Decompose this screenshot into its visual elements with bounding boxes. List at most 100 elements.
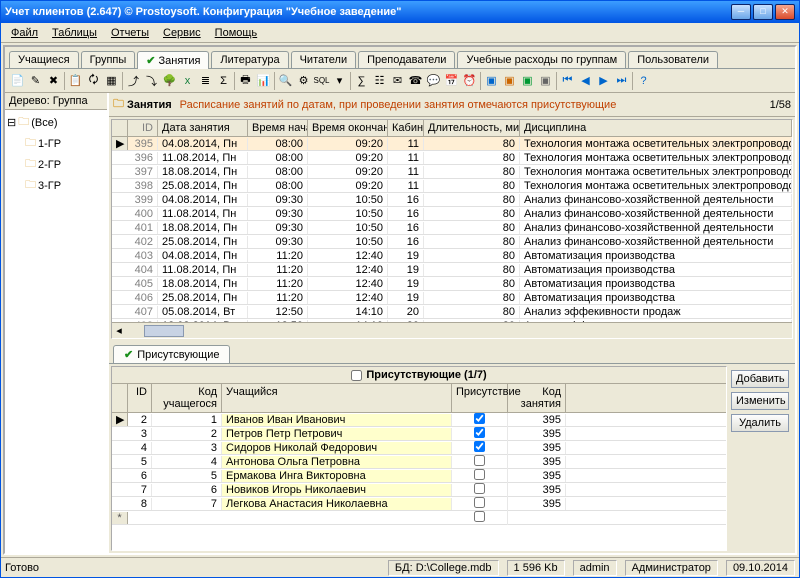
table-row[interactable]: 43Сидоров Николай Федорович395	[112, 441, 726, 455]
table-row[interactable]: 39611.08.2014, Пн08:0009:201180Технологи…	[112, 151, 792, 165]
attendance-checkbox[interactable]	[474, 511, 485, 522]
col-cabinet[interactable]: Кабинет	[388, 120, 424, 136]
nav-first-icon[interactable]: ⏮	[559, 72, 576, 90]
attendance-checkbox[interactable]	[474, 413, 485, 424]
color1-icon[interactable]: ▣	[483, 72, 500, 90]
tree-item[interactable]: 🗀2-ГР	[7, 154, 105, 175]
attendance-checkbox[interactable]	[474, 483, 485, 494]
export-icon[interactable]: ⤴	[125, 72, 142, 90]
col-start[interactable]: Время начала	[248, 120, 308, 136]
menu-reports[interactable]: Отчеты	[105, 25, 155, 41]
table-row[interactable]: 40225.08.2014, Пн09:3010:501680Анализ фи…	[112, 235, 792, 249]
menu-service[interactable]: Сервис	[157, 25, 207, 41]
drop-filter-icon[interactable]: ▾	[331, 72, 348, 90]
import-icon[interactable]: ⤵	[143, 72, 160, 90]
sql-icon[interactable]: SQL	[313, 72, 330, 90]
nav-next-icon[interactable]: ▶	[595, 72, 612, 90]
excel-icon[interactable]: x	[179, 72, 196, 90]
edit-icon[interactable]: ✎	[27, 72, 44, 90]
table-row[interactable]: 40705.08.2014, Вт12:5014:102080Анализ эф…	[112, 305, 792, 319]
tree-icon[interactable]: 🌳	[161, 72, 178, 90]
color3-icon[interactable]: ▣	[519, 72, 536, 90]
tab-2[interactable]: ✔Занятия	[137, 51, 209, 69]
color4-icon[interactable]: ▣	[537, 72, 554, 90]
toggle-all-checkbox[interactable]	[351, 370, 362, 381]
table-row[interactable]: 87Легкова Анастасия Николаевна395	[112, 497, 726, 511]
sub-grid-body[interactable]: ▶21Иванов Иван Иванович39532Петров Петр …	[112, 413, 726, 550]
chat-icon[interactable]: 💬	[425, 72, 442, 90]
nav-last-icon[interactable]: ⏭	[613, 72, 630, 90]
close-button[interactable]: ✕	[775, 4, 795, 20]
scol-id[interactable]: ID	[128, 384, 152, 412]
grid-icon[interactable]: ▦	[103, 72, 120, 90]
table-row[interactable]: 65Ермакова Инга Викторовна395	[112, 469, 726, 483]
col-id[interactable]: ID	[128, 120, 158, 136]
print-icon[interactable]: 🖶	[237, 72, 254, 90]
calc-icon[interactable]: Σ	[215, 72, 232, 90]
attendance-checkbox[interactable]	[474, 497, 485, 508]
tab-7[interactable]: Пользователи	[628, 51, 718, 68]
menu-help[interactable]: Помощь	[209, 25, 264, 41]
attendance-checkbox[interactable]	[474, 441, 485, 452]
refresh-icon[interactable]: 🗘	[85, 72, 102, 90]
col-duration[interactable]: Длительность, мин.	[424, 120, 520, 136]
scroll-thumb[interactable]	[144, 325, 184, 337]
tab-4[interactable]: Читатели	[291, 51, 357, 68]
attendance-checkbox[interactable]	[474, 427, 485, 438]
subtab-attendees[interactable]: ✔Присутсвующие	[113, 345, 230, 363]
table-row[interactable]: 39904.08.2014, Пн09:3010:501680Анализ фи…	[112, 193, 792, 207]
mail-icon[interactable]: ✉	[389, 72, 406, 90]
tab-3[interactable]: Литература	[211, 51, 288, 68]
scol-attendance[interactable]: Присутствие	[452, 384, 508, 412]
tab-5[interactable]: Преподаватели	[358, 51, 455, 68]
minimize-button[interactable]: ─	[731, 4, 751, 20]
tree-item[interactable]: 🗀3-ГР	[7, 175, 105, 196]
table-row[interactable]: 39825.08.2014, Пн08:0009:201180Технологи…	[112, 179, 792, 193]
reminder-icon[interactable]: ⏰	[461, 72, 478, 90]
menu-file[interactable]: Файл	[5, 25, 44, 41]
delete-icon[interactable]: ✖	[45, 72, 62, 90]
copy-icon[interactable]: 📋	[67, 72, 84, 90]
table-row[interactable]: ▶39504.08.2014, Пн08:0009:201180Технолог…	[112, 137, 792, 151]
new-row[interactable]	[112, 511, 726, 525]
table-row[interactable]: 40625.08.2014, Пн11:2012:401980Автоматиз…	[112, 291, 792, 305]
color2-icon[interactable]: ▣	[501, 72, 518, 90]
maximize-button[interactable]: □	[753, 4, 773, 20]
sms-icon[interactable]: ☎	[407, 72, 424, 90]
help-icon[interactable]: ?	[635, 72, 652, 90]
nav-prev-icon[interactable]: ◀	[577, 72, 594, 90]
csv-icon[interactable]: ≣	[197, 72, 214, 90]
table-row[interactable]: ▶21Иванов Иван Иванович395	[112, 413, 726, 427]
table-row[interactable]: 76Новиков Игорь Николаевич395	[112, 483, 726, 497]
add-button[interactable]: Добавить	[731, 370, 789, 388]
table-row[interactable]: 54Антонова Ольга Петровна395	[112, 455, 726, 469]
collapse-icon[interactable]: ⊟	[7, 116, 16, 129]
sum-icon[interactable]: ∑	[353, 72, 370, 90]
delete-button[interactable]: Удалить	[731, 414, 789, 432]
col-discipline[interactable]: Дисциплина	[520, 120, 792, 136]
new-icon[interactable]: 📄	[9, 72, 26, 90]
scol-name[interactable]: Учащийся	[222, 384, 452, 412]
table-row[interactable]: 40304.08.2014, Пн11:2012:401980Автоматиз…	[112, 249, 792, 263]
calendar-icon[interactable]: 📅	[443, 72, 460, 90]
scol-kod[interactable]: Код учащегося	[152, 384, 222, 412]
table-row[interactable]: 32Петров Петр Петрович395	[112, 427, 726, 441]
horizontal-scrollbar[interactable]: ◂	[112, 322, 792, 338]
tree-item[interactable]: 🗀1-ГР	[7, 133, 105, 154]
attendance-checkbox[interactable]	[474, 455, 485, 466]
col-date[interactable]: Дата занятия	[158, 120, 248, 136]
main-grid[interactable]: ID Дата занятия Время начала Время оконч…	[111, 119, 793, 339]
tab-1[interactable]: Группы	[81, 51, 136, 68]
table-row[interactable]: 40118.08.2014, Пн09:3010:501680Анализ фи…	[112, 221, 792, 235]
tab-6[interactable]: Учебные расходы по группам	[457, 51, 626, 68]
sub-grid[interactable]: Присутствующие (1/7) ID Код учащегося Уч…	[111, 366, 727, 551]
col-end[interactable]: Время окончания	[308, 120, 388, 136]
chart-icon[interactable]: 📊	[255, 72, 272, 90]
table-row[interactable]: 40411.08.2014, Пн11:2012:401980Автоматиз…	[112, 263, 792, 277]
edit-button[interactable]: Изменить	[731, 392, 789, 410]
find-icon[interactable]: 🔍	[277, 72, 294, 90]
menu-tables[interactable]: Таблицы	[46, 25, 103, 41]
table-row[interactable]: 39718.08.2014, Пн08:0009:201180Технологи…	[112, 165, 792, 179]
attendance-checkbox[interactable]	[474, 469, 485, 480]
scol-koz[interactable]: Код занятия	[508, 384, 566, 412]
